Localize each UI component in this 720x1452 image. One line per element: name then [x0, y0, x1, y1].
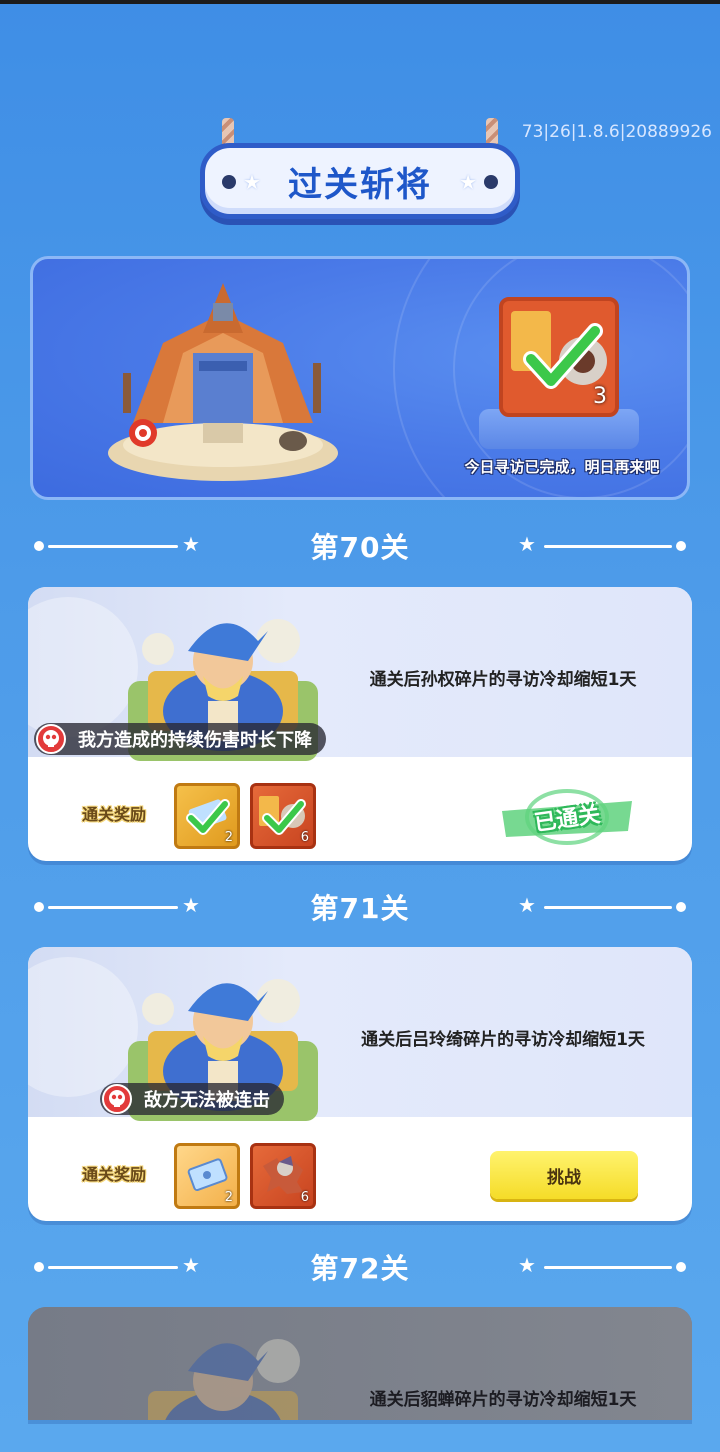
level-description: 通关后貂蝉碎片的寻访冷却缩短1天 [369, 1390, 637, 1410]
reward-label: 通关奖励 [82, 1165, 147, 1184]
reward-ticket[interactable]: 2 [174, 1143, 240, 1209]
reward-count: 3 [593, 384, 607, 409]
reward-fragment[interactable]: 6 [250, 1143, 316, 1209]
level-description: 通关后吕玲绮碎片的寻访冷却缩短1天 [361, 1030, 645, 1050]
divider-dot [676, 1262, 686, 1272]
divider-line [544, 1266, 672, 1269]
passed-stamp: 已通关 [502, 787, 632, 847]
version-text: 73|26|1.8.6|20889926 [521, 122, 712, 142]
reward-ticket[interactable]: 2 [174, 783, 240, 849]
level-divider: ★ 第70关 ★ [30, 526, 690, 566]
reward-item-frame: 3 [499, 297, 619, 417]
page-title: 过关斩将 [288, 164, 432, 205]
skull-icon [102, 1084, 132, 1114]
star-icon: ★ [518, 1253, 536, 1277]
rope-knot [484, 175, 498, 189]
level-card-70[interactable]: 通关后孙权碎片的寻访冷却缩短1天 我方造成的持续伤害时长下降 通关奖励 2 6 … [28, 587, 692, 861]
level-divider: ★ 第71关 ★ [30, 887, 690, 927]
reward-fragment[interactable]: 6 [250, 783, 316, 849]
divider-dot [676, 541, 686, 551]
star-icon: ★ [518, 893, 536, 917]
reward-label: 通关奖励 [82, 805, 147, 824]
debuff-tag: 敌方无法被连击 [100, 1083, 284, 1115]
card-decoration [28, 597, 138, 737]
fortress-illustration [108, 283, 338, 481]
boss-illustration [148, 1339, 300, 1420]
banner-status-text: 今日寻访已完成，明日再来吧 [464, 458, 660, 476]
level-card-72[interactable]: 通关后貂蝉碎片的寻访冷却缩短1天 [28, 1307, 692, 1420]
level-description: 通关后孙权碎片的寻访冷却缩短1天 [369, 670, 637, 690]
debuff-tag: 我方造成的持续伤害时长下降 [34, 723, 326, 755]
star-icon: ★ [243, 170, 261, 194]
title-sign: ★ 过关斩将 ★ [200, 143, 520, 219]
divider-line [544, 545, 672, 548]
debuff-text: 我方造成的持续伤害时长下降 [78, 730, 312, 751]
status-bar [0, 0, 720, 4]
challenge-button[interactable]: 挑战 [490, 1151, 638, 1199]
reward-count: 2 [224, 830, 233, 845]
skull-icon [36, 724, 66, 754]
daily-visit-banner: 3 今日寻访已完成，明日再来吧 [30, 256, 690, 500]
divider-line [544, 906, 672, 909]
card-decoration [28, 957, 138, 1097]
level-card-71[interactable]: 通关后吕玲绮碎片的寻访冷却缩短1天 敌方无法被连击 通关奖励 2 6 挑战 [28, 947, 692, 1221]
reward-count: 2 [224, 1190, 233, 1205]
level-divider: ★ 第72关 ★ [30, 1247, 690, 1287]
rope-knot [222, 175, 236, 189]
star-icon: ★ [459, 170, 477, 194]
star-icon: ★ [518, 532, 536, 556]
reward-count: 6 [300, 830, 309, 845]
divider-dot [676, 902, 686, 912]
debuff-text: 敌方无法被连击 [144, 1090, 270, 1111]
reward-count: 6 [300, 1190, 309, 1205]
